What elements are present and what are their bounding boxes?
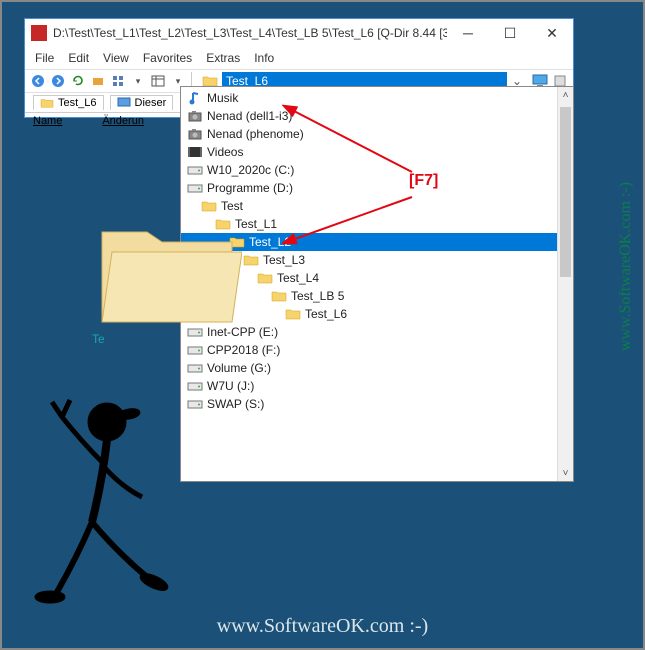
back-button[interactable] bbox=[29, 72, 47, 90]
annotation-text: [F7] bbox=[409, 172, 438, 190]
minimize-button[interactable]: ─ bbox=[447, 19, 489, 47]
scroll-thumb[interactable] bbox=[560, 107, 571, 277]
tree-item-label: Test_LB 5 bbox=[291, 289, 344, 303]
maximize-button[interactable]: ☐ bbox=[489, 19, 531, 47]
menu-favorites[interactable]: Favorites bbox=[143, 51, 192, 65]
scroll-down-button[interactable]: ˅ bbox=[558, 465, 573, 481]
tree-item[interactable]: W7U (J:) bbox=[181, 377, 557, 395]
scrollbar[interactable]: ˄ ˅ bbox=[557, 87, 573, 481]
forward-button[interactable] bbox=[49, 72, 67, 90]
tree-item-label: Nenad (phenome) bbox=[207, 127, 304, 141]
refresh-button[interactable] bbox=[69, 72, 87, 90]
tree-item-label: Volume (G:) bbox=[207, 361, 271, 375]
tree-item-label: Test_L6 bbox=[305, 307, 347, 321]
tab-label: Test_L6 bbox=[58, 97, 97, 109]
tree-item[interactable]: Volume (G:) bbox=[181, 359, 557, 377]
tree-item-label: Musik bbox=[207, 91, 238, 105]
watermark-side: www.SoftwareOK.com :-) bbox=[617, 182, 635, 351]
menu-edit[interactable]: Edit bbox=[68, 51, 89, 65]
tab-label: Dieser bbox=[135, 97, 167, 109]
tree-item-label: Programme (D:) bbox=[207, 181, 293, 195]
tree-item[interactable]: Musik bbox=[181, 89, 557, 107]
tree-item-label: CPP2018 (F:) bbox=[207, 343, 280, 357]
tree-item[interactable]: SWAP (S:) bbox=[181, 395, 557, 413]
window-title: D:\Test\Test_L1\Test_L2\Test_L3\Test_L4\… bbox=[53, 26, 447, 40]
tree-item[interactable]: Programme (D:) bbox=[181, 179, 557, 197]
large-folder-icon bbox=[92, 202, 242, 332]
computer-icon bbox=[117, 97, 131, 109]
tree-item[interactable]: CPP2018 (F:) bbox=[181, 341, 557, 359]
tab-dieser[interactable]: Dieser bbox=[110, 95, 174, 110]
tree-item-label: Test_L3 bbox=[263, 253, 305, 267]
tool-button-2[interactable] bbox=[109, 72, 127, 90]
tree-item-label: Videos bbox=[207, 145, 243, 159]
menubar: File Edit View Favorites Extras Info bbox=[25, 47, 573, 69]
menu-info[interactable]: Info bbox=[254, 51, 274, 65]
tool-dropdown-1[interactable]: ▾ bbox=[129, 72, 147, 90]
column-modified[interactable]: Änderun bbox=[102, 115, 144, 127]
scroll-up-button[interactable]: ˄ bbox=[558, 87, 573, 103]
view-button[interactable] bbox=[149, 72, 167, 90]
folder-caption: Te bbox=[92, 332, 105, 346]
tree-item-label: Test_L2 bbox=[249, 235, 291, 249]
menu-extras[interactable]: Extras bbox=[206, 51, 240, 65]
stick-figure-icon bbox=[22, 392, 202, 622]
titlebar[interactable]: D:\Test\Test_L1\Test_L2\Test_L3\Test_L4\… bbox=[25, 19, 573, 47]
menu-file[interactable]: File bbox=[35, 51, 54, 65]
tree-item-label: Nenad (dell1-i3) bbox=[207, 109, 292, 123]
app-icon bbox=[31, 25, 47, 41]
tree-item-label: SWAP (S:) bbox=[207, 397, 264, 411]
tree-item-label: W10_2020c (C:) bbox=[207, 163, 294, 177]
tree-item[interactable]: W10_2020c (C:) bbox=[181, 161, 557, 179]
tree-item[interactable]: Videos bbox=[181, 143, 557, 161]
tree-item-label: W7U (J:) bbox=[207, 379, 254, 393]
tree-item-label: Test_L4 bbox=[277, 271, 319, 285]
tree-item[interactable]: Nenad (dell1-i3) bbox=[181, 107, 557, 125]
folder-icon bbox=[40, 97, 54, 109]
tree-item[interactable]: Nenad (phenome) bbox=[181, 125, 557, 143]
menu-view[interactable]: View bbox=[103, 51, 129, 65]
tool-button-1[interactable] bbox=[89, 72, 107, 90]
column-name[interactable]: Name bbox=[33, 115, 62, 127]
tab-test-l6[interactable]: Test_L6 bbox=[33, 95, 104, 110]
watermark-bottom: www.SoftwareOK.com :-) bbox=[2, 615, 643, 638]
close-button[interactable]: ✕ bbox=[531, 19, 573, 47]
